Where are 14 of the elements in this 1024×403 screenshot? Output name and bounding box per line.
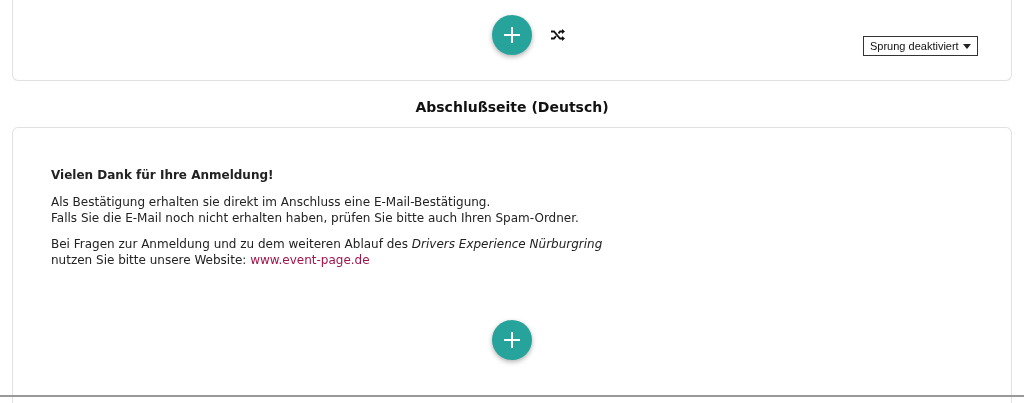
shuffle-icon[interactable] [551,29,565,41]
paragraph-line: Falls Sie die E-Mail noch nicht erhalten haben, prüfen Sie bitte auch Ihren Spam-Ordner. [51,210,580,226]
plus-icon [503,331,521,349]
thank-you-heading: Vielen Dank für Ihre Anmeldung! [51,168,275,182]
section-title: Abschlußseite (Deutsch) [414,98,610,117]
paragraph-line: Als Bestätigung erhalten sie direkt im Anschluss eine E-Mail-Bestätigung. [51,194,492,210]
website-link[interactable]: www.event-page.de [250,253,370,267]
add-button[interactable] [492,320,532,360]
jump-select[interactable]: Sprung deaktiviert [863,36,978,56]
caret-icon [962,43,971,49]
add-button[interactable] [492,15,532,55]
paragraph-line: Bei Fragen zur Anmeldung und zu dem weiteren Ablauf des Drivers Experience Nürburgring [51,236,604,252]
plus-icon [503,26,521,44]
paragraph-line: nutzen Sie bitte unsere Website: www.event-page.de [51,252,371,268]
